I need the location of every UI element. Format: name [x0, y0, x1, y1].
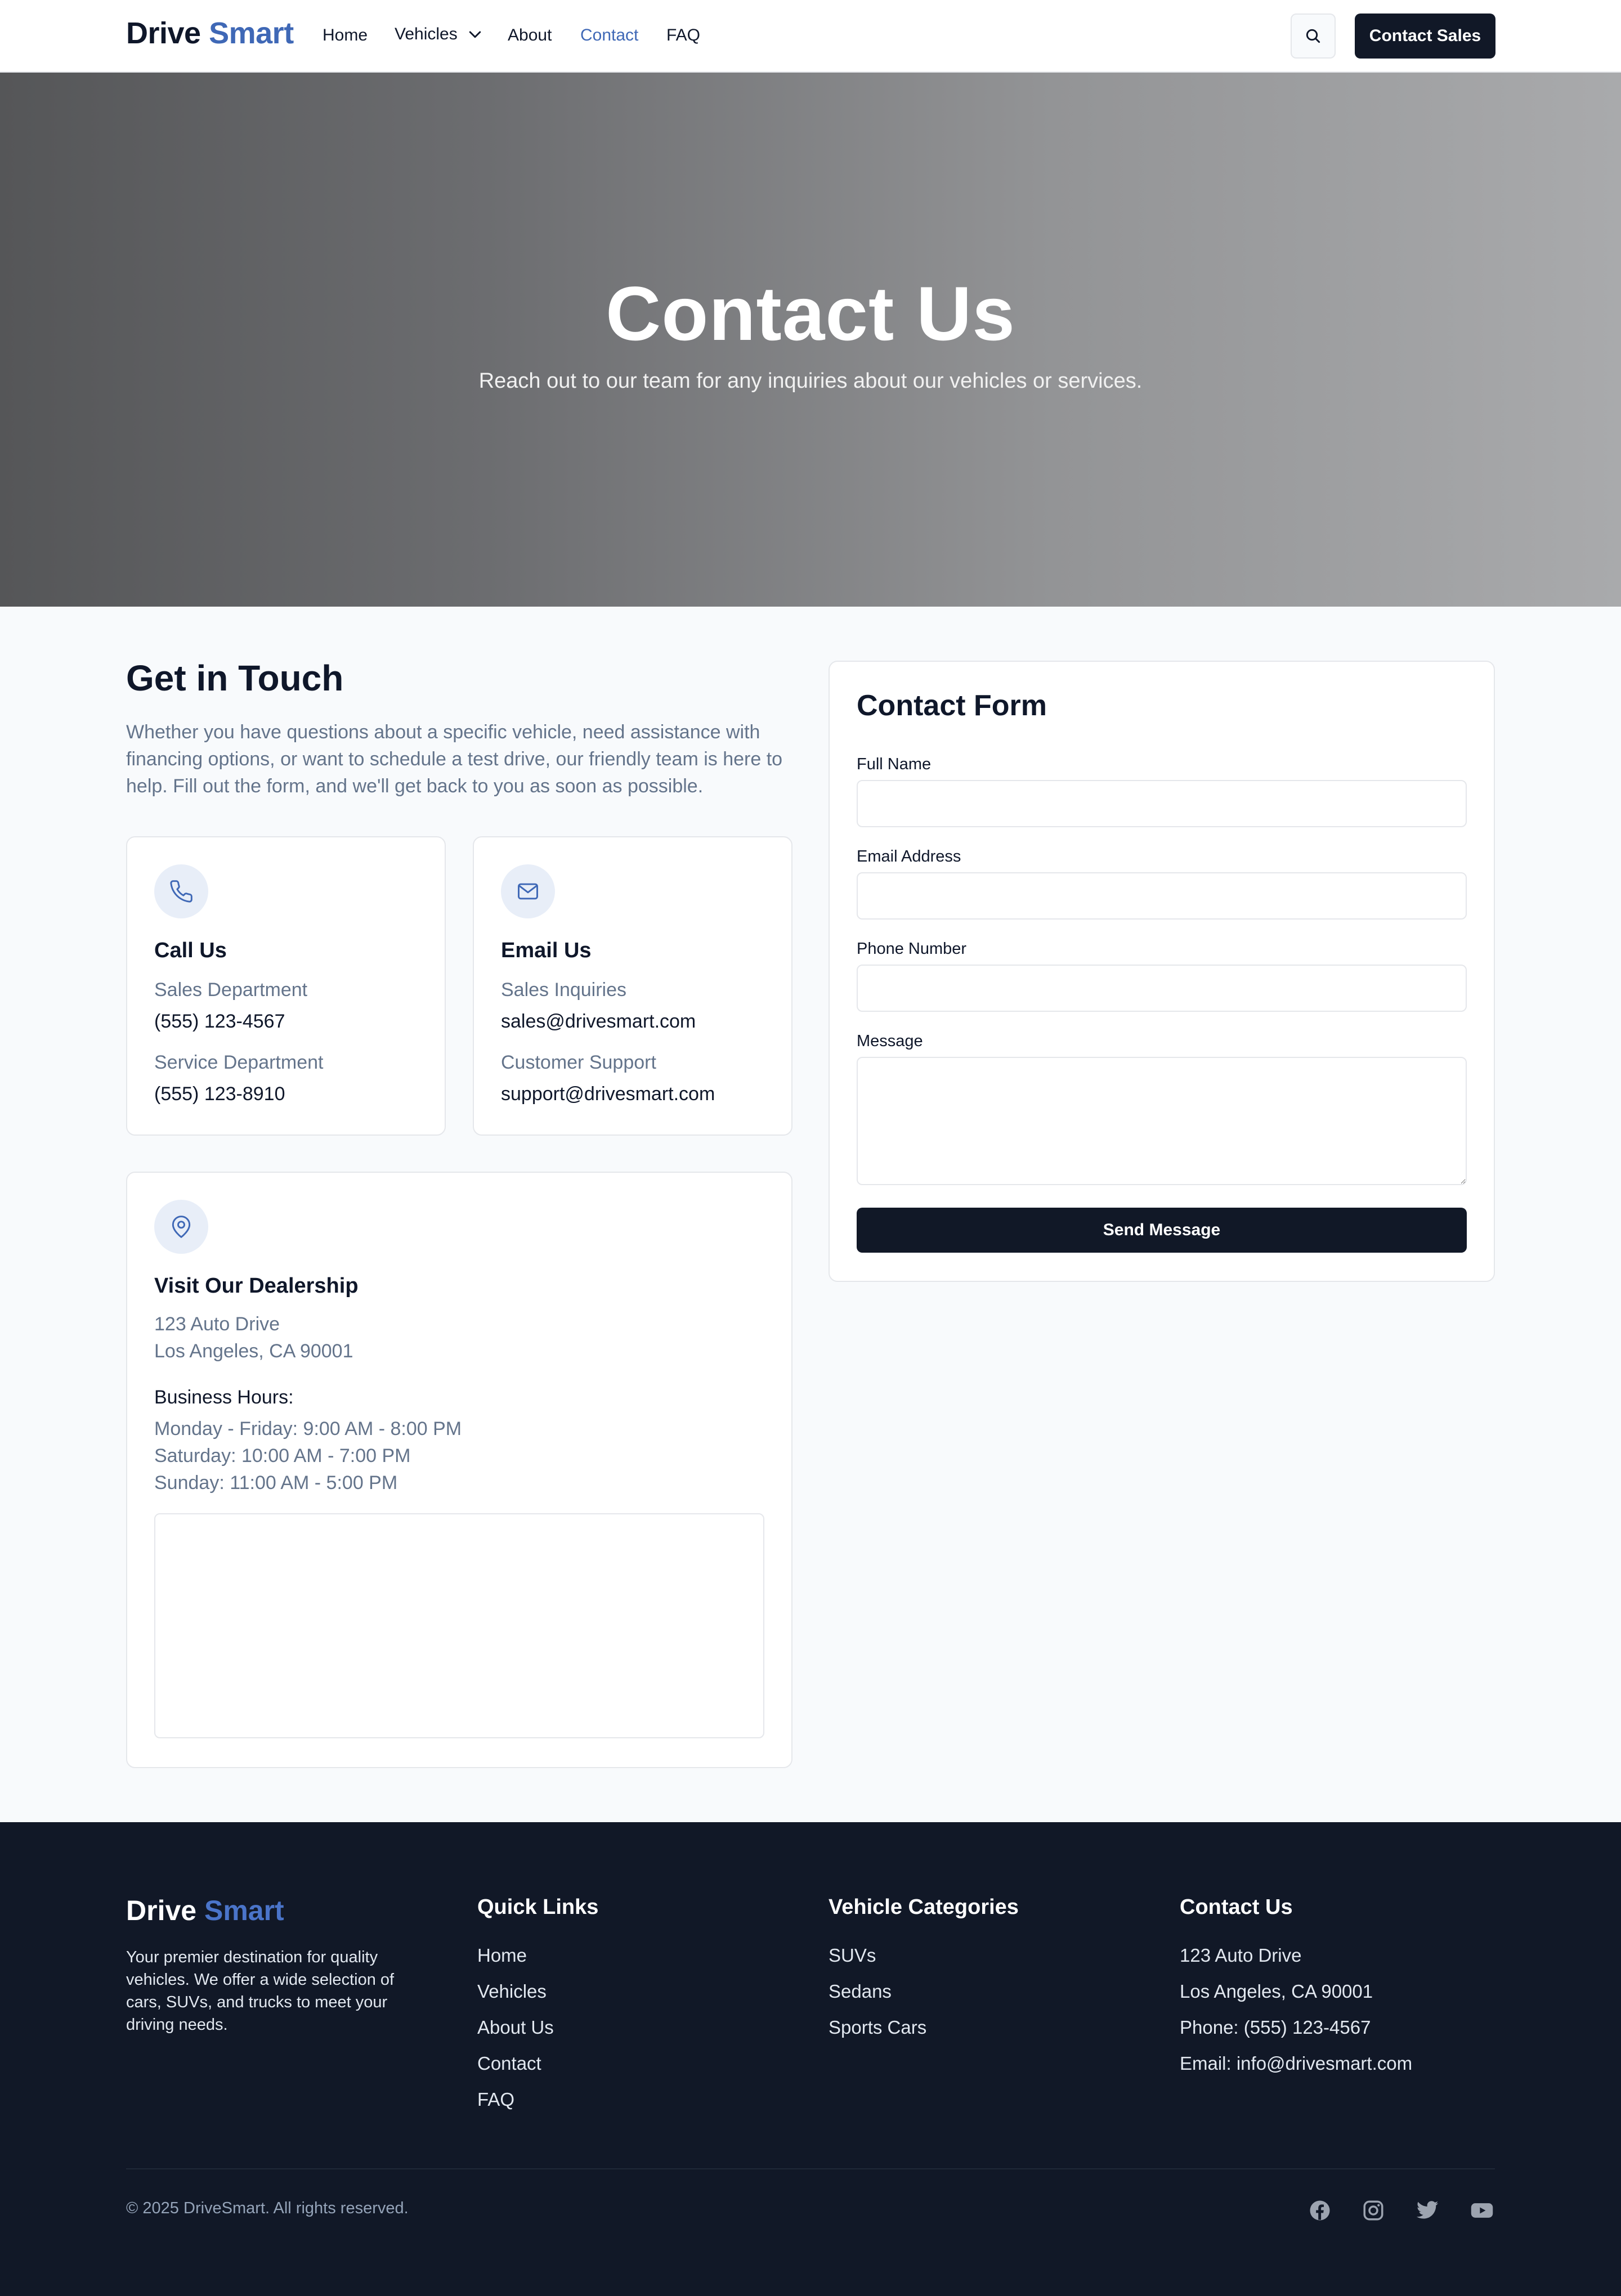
full-name-input[interactable]: [857, 780, 1467, 827]
hours-sunday: Sunday: 11:00 AM - 5:00 PM: [154, 1472, 398, 1494]
footer-contact-address-2: Los Angeles, CA 90001: [1180, 1981, 1373, 2002]
facebook-link[interactable]: [1307, 2198, 1333, 2223]
footer-link-home[interactable]: Home: [477, 1945, 527, 1966]
footer-divider: [126, 2168, 1495, 2169]
full-name-label: Full Name: [857, 755, 932, 773]
footer-category-sports-cars[interactable]: Sports Cars: [829, 2017, 926, 2038]
map-embed[interactable]: [154, 1513, 764, 1738]
copyright-text: © 2025 DriveSmart. All rights reserved.: [126, 2199, 409, 2217]
mail-icon: [518, 883, 538, 900]
get-in-touch-description: Whether you have questions about a speci…: [126, 721, 783, 797]
youtube-icon: [1471, 2203, 1493, 2218]
footer-category-sedans[interactable]: Sedans: [829, 1981, 892, 2002]
brand-logo[interactable]: Drive Smart: [126, 16, 294, 51]
hours-weekday: Monday - Friday: 9:00 AM - 8:00 PM: [154, 1418, 462, 1440]
facebook-icon: [1310, 2200, 1330, 2221]
top-navbar: Drive Smart Home Vehicles About Contact …: [0, 0, 1621, 73]
customer-support-label: Customer Support: [501, 1052, 656, 1073]
map-pin-icon: [172, 1216, 191, 1238]
instagram-link[interactable]: [1360, 2198, 1386, 2223]
hero-banner: Contact Us Reach out to our team for any…: [0, 73, 1621, 607]
brand-logo-part2: Smart: [209, 16, 294, 50]
phone-number-input[interactable]: [857, 965, 1467, 1012]
sales-department-label: Sales Department: [154, 979, 308, 1001]
nav-vehicles-label: Vehicles: [395, 25, 458, 43]
nav-about-link[interactable]: About: [508, 26, 552, 45]
hours-saturday: Saturday: 10:00 AM - 7:00 PM: [154, 1445, 411, 1467]
visit-dealership-title: Visit Our Dealership: [154, 1274, 359, 1298]
instagram-icon: [1363, 2200, 1383, 2221]
address-line-2: Los Angeles, CA 90001: [154, 1340, 353, 1362]
footer-link-about[interactable]: About Us: [477, 2017, 554, 2038]
message-textarea[interactable]: [857, 1057, 1467, 1185]
visit-dealership-card: Visit Our Dealership 123 Auto Drive Los …: [126, 1172, 792, 1768]
twitter-link[interactable]: [1414, 2198, 1440, 2223]
phone-icon: [170, 880, 192, 903]
footer-category-suvs[interactable]: SUVs: [829, 1945, 876, 1966]
quick-links-title: Quick Links: [477, 1895, 599, 1919]
footer-about-text: Your premier destination for quality veh…: [126, 1948, 395, 2034]
search-icon: [1306, 29, 1320, 43]
hero-title: Contact Us: [606, 271, 1015, 356]
vehicle-categories-title: Vehicle Categories: [829, 1895, 1019, 1919]
business-hours-title: Business Hours:: [154, 1387, 294, 1408]
nav-faq-link[interactable]: FAQ: [666, 26, 700, 45]
email-us-card: Email Us Sales Inquiries sales@drivesmar…: [473, 836, 792, 1136]
call-us-card: Call Us Sales Department (555) 123-4567 …: [126, 836, 446, 1136]
address-line-1: 123 Auto Drive: [154, 1313, 280, 1335]
support-email-link[interactable]: support@drivesmart.com: [501, 1083, 715, 1105]
phone-icon-badge: [154, 864, 208, 918]
email-address-label: Email Address: [857, 847, 961, 866]
search-button[interactable]: [1291, 14, 1336, 59]
email-address-input[interactable]: [857, 872, 1467, 920]
twitter-icon: [1416, 2201, 1439, 2219]
footer-link-faq[interactable]: FAQ: [477, 2089, 514, 2110]
nav-contact-link[interactable]: Contact: [580, 26, 638, 45]
footer-brand-logo[interactable]: Drive Smart: [126, 1894, 284, 1927]
footer-contact-title: Contact Us: [1180, 1895, 1293, 1919]
footer-link-vehicles[interactable]: Vehicles: [477, 1981, 547, 2002]
footer-link-contact[interactable]: Contact: [477, 2053, 541, 2074]
phone-number-label: Phone Number: [857, 940, 967, 958]
youtube-link[interactable]: [1469, 2198, 1495, 2223]
footer-contact-address-1: 123 Auto Drive: [1180, 1945, 1302, 1966]
nav-vehicles-dropdown[interactable]: Vehicles: [395, 25, 483, 44]
site-footer: Drive Smart Your premier destination for…: [0, 1822, 1621, 2296]
sales-email-link[interactable]: sales@drivesmart.com: [501, 1011, 696, 1033]
mail-icon-badge: [501, 864, 555, 918]
call-us-title: Call Us: [154, 939, 227, 962]
location-icon-badge: [154, 1200, 208, 1254]
sales-inquiries-label: Sales Inquiries: [501, 979, 627, 1001]
sales-phone-link[interactable]: (555) 123-4567: [154, 1011, 285, 1033]
message-label: Message: [857, 1032, 923, 1050]
hero-subtitle: Reach out to our team for any inquiries …: [478, 369, 1143, 393]
service-phone-link[interactable]: (555) 123-8910: [154, 1083, 285, 1105]
get-in-touch-heading: Get in Touch: [126, 658, 344, 698]
contact-form-title: Contact Form: [857, 689, 1047, 722]
footer-brand-part1: Drive: [126, 1895, 197, 1926]
nav-home-link[interactable]: Home: [323, 26, 368, 45]
footer-contact-email[interactable]: Email: info@drivesmart.com: [1180, 2053, 1412, 2074]
contact-form-card: Contact Form Full Name Email Address Pho…: [829, 661, 1495, 1282]
service-department-label: Service Department: [154, 1052, 324, 1073]
chevron-down-icon: [469, 31, 481, 38]
brand-logo-part1: Drive: [126, 16, 201, 50]
footer-contact-phone[interactable]: Phone: (555) 123-4567: [1180, 2017, 1371, 2038]
contact-sales-button[interactable]: Contact Sales: [1355, 14, 1495, 59]
email-us-title: Email Us: [501, 939, 592, 962]
footer-brand-part2: Smart: [204, 1895, 284, 1926]
send-message-button[interactable]: Send Message: [857, 1208, 1467, 1253]
